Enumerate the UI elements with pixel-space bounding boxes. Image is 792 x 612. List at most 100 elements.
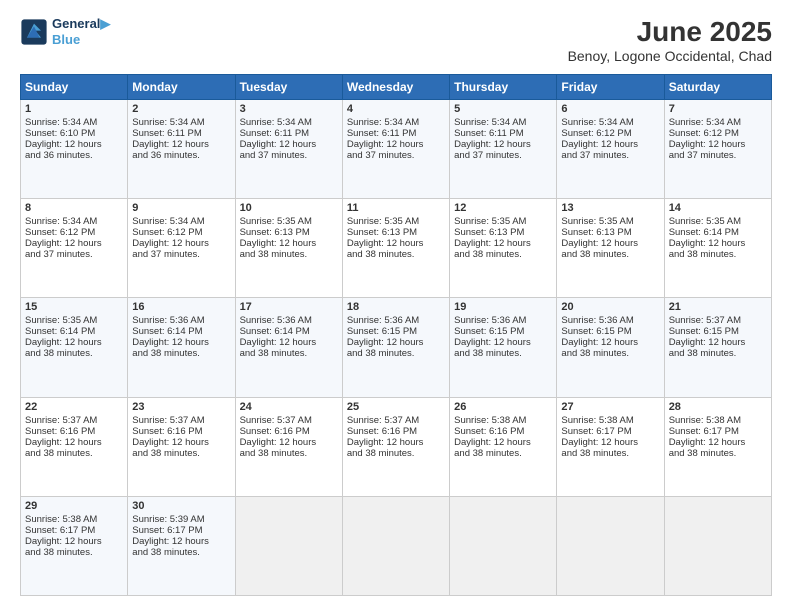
cell-info-line: and 37 minutes.	[240, 150, 338, 161]
calendar-cell: 27Sunrise: 5:38 AMSunset: 6:17 PMDayligh…	[557, 397, 664, 496]
cell-info-line: Daylight: 12 hours	[25, 238, 123, 249]
cell-info-line: Daylight: 12 hours	[669, 337, 767, 348]
cell-info-line: Daylight: 12 hours	[240, 139, 338, 150]
cell-info-line: and 38 minutes.	[561, 348, 659, 359]
day-number: 22	[25, 401, 123, 413]
day-number: 8	[25, 202, 123, 214]
cell-info-line: and 38 minutes.	[347, 249, 445, 260]
cell-info-line: Daylight: 12 hours	[240, 238, 338, 249]
calendar-week-row: 29Sunrise: 5:38 AMSunset: 6:17 PMDayligh…	[21, 496, 772, 595]
cell-info-line: and 38 minutes.	[132, 348, 230, 359]
calendar-table: Sunday Monday Tuesday Wednesday Thursday…	[20, 74, 772, 596]
cell-info-line: Daylight: 12 hours	[132, 536, 230, 547]
day-number: 24	[240, 401, 338, 413]
cell-info-line: and 38 minutes.	[669, 348, 767, 359]
cell-info-line: Sunrise: 5:36 AM	[347, 315, 445, 326]
cell-info-line: Sunrise: 5:37 AM	[347, 415, 445, 426]
calendar-cell: 22Sunrise: 5:37 AMSunset: 6:16 PMDayligh…	[21, 397, 128, 496]
calendar-cell: 6Sunrise: 5:34 AMSunset: 6:12 PMDaylight…	[557, 100, 664, 199]
cell-info-line: Sunrise: 5:34 AM	[347, 117, 445, 128]
calendar-week-row: 8Sunrise: 5:34 AMSunset: 6:12 PMDaylight…	[21, 199, 772, 298]
cell-info-line: and 38 minutes.	[347, 448, 445, 459]
cell-info-line: Daylight: 12 hours	[454, 238, 552, 249]
day-number: 29	[25, 500, 123, 512]
cell-info-line: Daylight: 12 hours	[25, 536, 123, 547]
cell-info-line: Daylight: 12 hours	[561, 437, 659, 448]
day-number: 16	[132, 301, 230, 313]
day-number: 21	[669, 301, 767, 313]
cell-info-line: Sunset: 6:12 PM	[132, 227, 230, 238]
cell-info-line: Daylight: 12 hours	[240, 337, 338, 348]
day-number: 1	[25, 103, 123, 115]
cell-info-line: Daylight: 12 hours	[561, 337, 659, 348]
cell-info-line: Daylight: 12 hours	[132, 337, 230, 348]
calendar-cell: 19Sunrise: 5:36 AMSunset: 6:15 PMDayligh…	[450, 298, 557, 397]
calendar-cell: 20Sunrise: 5:36 AMSunset: 6:15 PMDayligh…	[557, 298, 664, 397]
day-number: 6	[561, 103, 659, 115]
page: General▶ Blue June 2025 Benoy, Logone Oc…	[0, 0, 792, 612]
day-number: 2	[132, 103, 230, 115]
day-number: 23	[132, 401, 230, 413]
cell-info-line: Sunset: 6:16 PM	[347, 426, 445, 437]
cell-info-line: Sunset: 6:16 PM	[454, 426, 552, 437]
cell-info-line: Daylight: 12 hours	[132, 139, 230, 150]
cell-info-line: Daylight: 12 hours	[132, 437, 230, 448]
cell-info-line: Sunrise: 5:37 AM	[132, 415, 230, 426]
calendar-cell: 17Sunrise: 5:36 AMSunset: 6:14 PMDayligh…	[235, 298, 342, 397]
cell-info-line: Sunset: 6:16 PM	[240, 426, 338, 437]
cell-info-line: Daylight: 12 hours	[454, 437, 552, 448]
header-sunday: Sunday	[21, 75, 128, 100]
day-number: 3	[240, 103, 338, 115]
day-number: 30	[132, 500, 230, 512]
calendar-cell	[557, 496, 664, 595]
title-block: June 2025 Benoy, Logone Occidental, Chad	[568, 16, 772, 64]
cell-info-line: Daylight: 12 hours	[669, 238, 767, 249]
main-title: June 2025	[568, 16, 772, 48]
calendar-cell: 25Sunrise: 5:37 AMSunset: 6:16 PMDayligh…	[342, 397, 449, 496]
calendar-cell: 26Sunrise: 5:38 AMSunset: 6:16 PMDayligh…	[450, 397, 557, 496]
cell-info-line: Sunrise: 5:34 AM	[240, 117, 338, 128]
cell-info-line: Sunset: 6:17 PM	[561, 426, 659, 437]
calendar-cell: 24Sunrise: 5:37 AMSunset: 6:16 PMDayligh…	[235, 397, 342, 496]
cell-info-line: and 38 minutes.	[454, 448, 552, 459]
day-number: 10	[240, 202, 338, 214]
calendar-week-row: 1Sunrise: 5:34 AMSunset: 6:10 PMDaylight…	[21, 100, 772, 199]
header: General▶ Blue June 2025 Benoy, Logone Oc…	[20, 16, 772, 64]
cell-info-line: Sunrise: 5:34 AM	[454, 117, 552, 128]
cell-info-line: Daylight: 12 hours	[240, 437, 338, 448]
cell-info-line: Sunrise: 5:34 AM	[132, 117, 230, 128]
cell-info-line: Sunset: 6:16 PM	[25, 426, 123, 437]
day-number: 12	[454, 202, 552, 214]
cell-info-line: Sunset: 6:16 PM	[132, 426, 230, 437]
cell-info-line: Sunset: 6:11 PM	[132, 128, 230, 139]
calendar-week-row: 15Sunrise: 5:35 AMSunset: 6:14 PMDayligh…	[21, 298, 772, 397]
calendar-cell: 21Sunrise: 5:37 AMSunset: 6:15 PMDayligh…	[664, 298, 771, 397]
cell-info-line: Sunset: 6:14 PM	[240, 326, 338, 337]
subtitle: Benoy, Logone Occidental, Chad	[568, 48, 772, 64]
cell-info-line: Sunset: 6:12 PM	[25, 227, 123, 238]
cell-info-line: and 38 minutes.	[240, 348, 338, 359]
day-number: 17	[240, 301, 338, 313]
cell-info-line: Sunrise: 5:34 AM	[669, 117, 767, 128]
header-tuesday: Tuesday	[235, 75, 342, 100]
cell-info-line: Daylight: 12 hours	[454, 139, 552, 150]
cell-info-line: Daylight: 12 hours	[561, 238, 659, 249]
cell-info-line: Daylight: 12 hours	[25, 139, 123, 150]
calendar-cell: 8Sunrise: 5:34 AMSunset: 6:12 PMDaylight…	[21, 199, 128, 298]
calendar-cell: 4Sunrise: 5:34 AMSunset: 6:11 PMDaylight…	[342, 100, 449, 199]
day-number: 9	[132, 202, 230, 214]
cell-info-line: Daylight: 12 hours	[347, 437, 445, 448]
cell-info-line: and 38 minutes.	[347, 348, 445, 359]
header-wednesday: Wednesday	[342, 75, 449, 100]
cell-info-line: Sunset: 6:11 PM	[347, 128, 445, 139]
cell-info-line: and 38 minutes.	[132, 547, 230, 558]
cell-info-line: Sunrise: 5:36 AM	[132, 315, 230, 326]
cell-info-line: Sunset: 6:17 PM	[132, 525, 230, 536]
cell-info-line: Sunset: 6:17 PM	[25, 525, 123, 536]
calendar-cell: 23 Sunrise: 5:37 AMSunset: 6:16 PMDayligh…	[128, 397, 235, 496]
cell-info-line: Sunset: 6:12 PM	[669, 128, 767, 139]
cell-info-line: Sunrise: 5:35 AM	[25, 315, 123, 326]
cell-info-line: and 38 minutes.	[561, 249, 659, 260]
cell-info-line: Daylight: 12 hours	[132, 238, 230, 249]
cell-info-line: and 38 minutes.	[240, 249, 338, 260]
